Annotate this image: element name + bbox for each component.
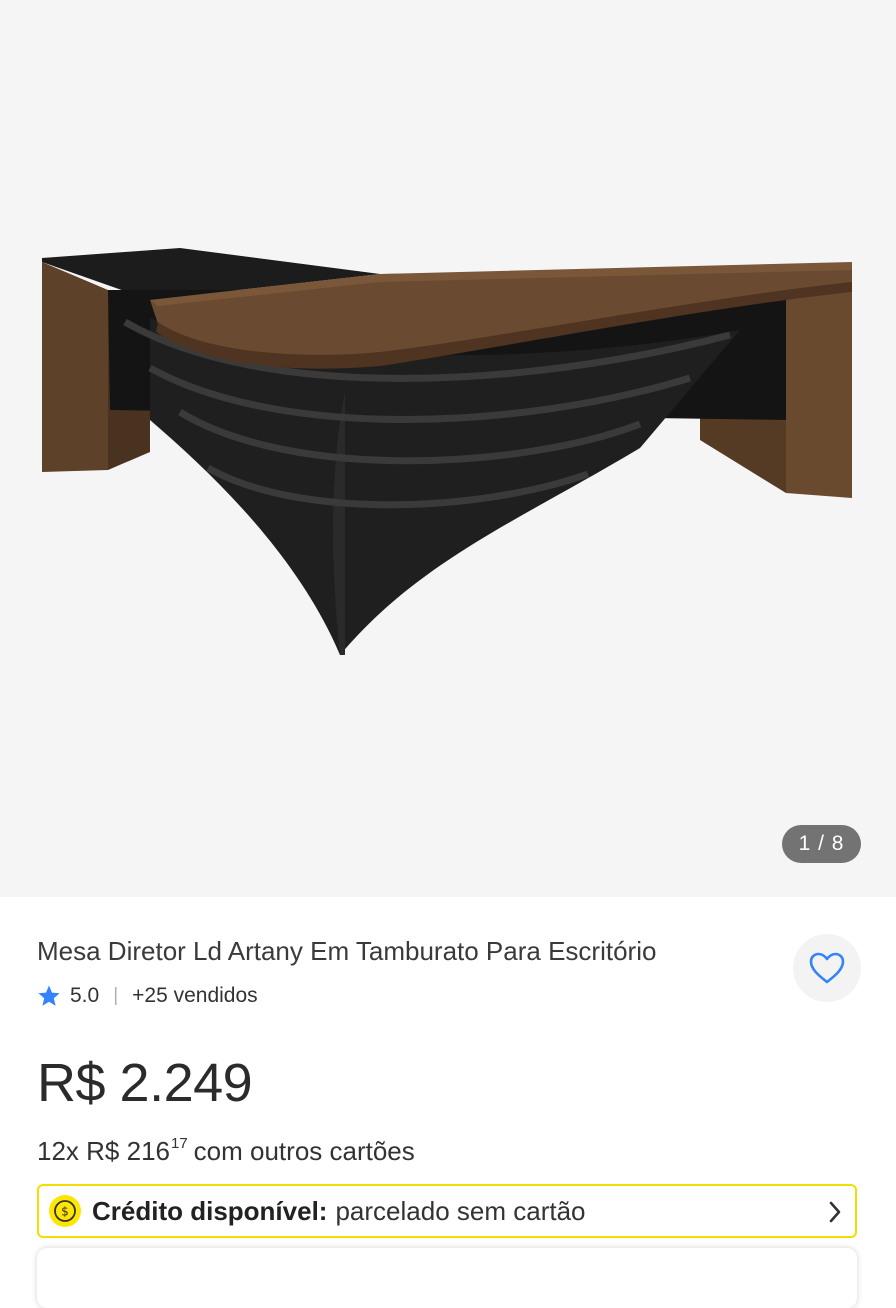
installments-cents: 17: [170, 1135, 188, 1152]
coin-icon: $: [48, 1194, 82, 1228]
star-icon: [37, 984, 61, 1008]
product-title: Mesa Diretor Ld Artany Em Tamburato Para…: [37, 936, 657, 966]
favorite-button[interactable]: [793, 934, 861, 1002]
credit-label-rest: parcelado sem cartão: [335, 1195, 586, 1226]
credit-available-banner[interactable]: $ Crédito disponível: parcelado sem cart…: [37, 1184, 857, 1238]
heart-outline-icon: [808, 951, 846, 985]
rating-separator: |: [113, 985, 119, 1006]
chevron-right-icon: [827, 1199, 843, 1225]
installments-suffix: com outros cartões: [193, 1136, 415, 1166]
product-image[interactable]: [0, 0, 896, 897]
svg-text:$: $: [61, 1205, 69, 1219]
product-price: R$ 2.249: [37, 1053, 253, 1113]
sold-count: +25 vendidos: [132, 984, 258, 1007]
credit-label-bold: Crédito disponível:: [92, 1195, 328, 1226]
rating-score: 5.0: [70, 984, 100, 1007]
installments-amount: 12x R$ 216: [37, 1136, 170, 1166]
next-section-card: [37, 1248, 857, 1308]
product-image-gallery[interactable]: 1 / 8: [0, 0, 896, 897]
installments-info: 12x R$ 21617 com outros cartões: [37, 1124, 415, 1171]
rating-summary[interactable]: 5.0 | +25 vendidos: [37, 980, 258, 1012]
image-counter: 1 / 8: [782, 825, 861, 863]
